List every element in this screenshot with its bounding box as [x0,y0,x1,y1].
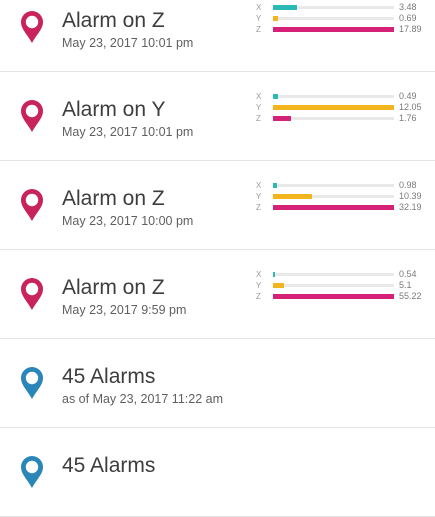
axis-bar-track [273,5,394,10]
axis-bar-track [273,283,394,288]
axis-reading-z: Z 55.22 [256,291,426,302]
alarm-title: 45 Alarms [62,365,156,388]
axis-readings: X 0.54 Y 5.1 Z 55.22 [256,269,426,302]
axis-reading-y: Y 10.39 [256,191,426,202]
map-pin-icon [21,100,43,132]
axis-label: X [256,270,262,279]
axis-bar-track [273,294,394,299]
alarm-summary-item[interactable]: 45 Alarms [0,428,435,517]
axis-reading-y: Y 12.05 [256,102,426,113]
alarm-title: 45 Alarms [62,454,156,477]
map-pin-icon [21,367,43,399]
axis-reading-y: Y 5.1 [256,280,426,291]
axis-value: 12.05 [399,102,422,112]
axis-bar-track [273,105,394,110]
axis-bar-fill [273,272,275,277]
alarm-title: Alarm on Z [62,9,165,32]
axis-reading-z: Z 32.19 [256,202,426,213]
axis-reading-x: X 0.54 [256,269,426,280]
axis-label: Y [256,192,262,201]
map-pin-icon [21,11,43,43]
axis-bar-fill [273,5,297,10]
axis-value: 32.19 [399,202,422,212]
alarm-item[interactable]: Alarm on Z May 23, 2017 9:59 pm X 0.54 Y 5.1 Z… [0,250,435,339]
axis-label: Z [256,203,261,212]
alarm-item[interactable]: Alarm on Z May 23, 2017 10:00 pm X 0.98 Y 10.… [0,161,435,250]
axis-reading-x: X 0.49 [256,91,426,102]
axis-bar-fill [273,283,284,288]
map-pin-icon [21,189,43,221]
alarm-timestamp: May 23, 2017 10:00 pm [62,214,194,228]
axis-reading-x: X 0.98 [256,180,426,191]
axis-value: 0.54 [399,269,417,279]
axis-value: 1.76 [399,113,417,123]
axis-value: 0.98 [399,180,417,190]
axis-bar-fill [273,205,394,210]
axis-value: 55.22 [399,291,422,301]
axis-label: Z [256,114,261,123]
axis-label: Y [256,14,262,23]
axis-value: 10.39 [399,191,422,201]
axis-bar-fill [273,294,394,299]
axis-value: 0.69 [399,13,417,23]
axis-label: X [256,181,262,190]
axis-reading-y: Y 0.69 [256,13,426,24]
axis-bar-track [273,272,394,277]
axis-value: 0.49 [399,91,417,101]
alarm-item[interactable]: Alarm on Z May 23, 2017 10:01 pm X 3.48 Y 0.6… [0,0,435,72]
axis-bar-fill [273,16,278,21]
axis-label: Y [256,281,262,290]
axis-bar-fill [273,183,277,188]
axis-bar-track [273,116,394,121]
axis-bar-fill [273,105,394,110]
axis-value: 17.89 [399,24,422,34]
axis-label: X [256,3,262,12]
axis-label: X [256,92,262,101]
map-pin-icon [21,456,43,488]
map-pin-icon [21,278,43,310]
axis-bar-track [273,16,394,21]
axis-bar-track [273,183,394,188]
axis-bar-fill [273,116,291,121]
alarm-item[interactable]: Alarm on Y May 23, 2017 10:01 pm X 0.49 Y 12.… [0,72,435,161]
alarm-title: Alarm on Z [62,276,165,299]
alarm-timestamp: May 23, 2017 9:59 pm [62,303,187,317]
axis-readings: X 0.49 Y 12.05 Z 1.76 [256,91,426,124]
axis-reading-x: X 3.48 [256,2,426,13]
axis-bar-track [273,94,394,99]
axis-readings: X 0.98 Y 10.39 Z 32.19 [256,180,426,213]
alarm-timestamp: as of May 23, 2017 11:22 am [62,392,223,406]
axis-label: Z [256,292,261,301]
axis-bar-track [273,194,394,199]
axis-value: 3.48 [399,2,417,12]
alarm-title: Alarm on Z [62,187,165,210]
axis-bar-fill [273,27,394,32]
axis-reading-z: Z 17.89 [256,24,426,35]
axis-label: Y [256,103,262,112]
alarm-timestamp: May 23, 2017 10:01 pm [62,125,194,139]
axis-label: Z [256,25,261,34]
axis-value: 5.1 [399,280,412,290]
axis-bar-track [273,27,394,32]
axis-bar-fill [273,194,312,199]
axis-reading-z: Z 1.76 [256,113,426,124]
axis-readings: X 3.48 Y 0.69 Z 17.89 [256,2,426,35]
axis-bar-track [273,205,394,210]
axis-bar-fill [273,94,278,99]
alarm-title: Alarm on Y [62,98,166,121]
alarm-summary-item[interactable]: 45 Alarms as of May 23, 2017 11:22 am [0,339,435,428]
alarm-timestamp: May 23, 2017 10:01 pm [62,36,194,50]
